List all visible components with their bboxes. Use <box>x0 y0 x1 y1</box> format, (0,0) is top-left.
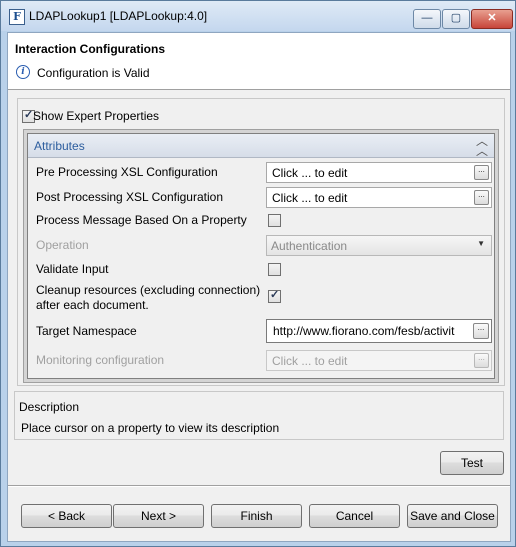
attributes-title: Attributes <box>34 139 85 153</box>
operation-select[interactable]: Authentication ▼ <box>266 235 492 256</box>
cancel-button[interactable]: Cancel <box>309 504 400 528</box>
pre-processing-xsl-edit-button[interactable]: ... <box>474 165 489 180</box>
save-and-close-button[interactable]: Save and Close <box>407 504 498 528</box>
next-button[interactable]: Next > <box>113 504 204 528</box>
pre-processing-xsl-value: Click ... to edit <box>272 166 348 180</box>
validation-status: Configuration is Valid <box>37 66 150 80</box>
target-namespace-value: http://www.fiorano.com/fesb/activit <box>273 324 455 338</box>
post-processing-xsl-value: Click ... to edit <box>272 191 348 205</box>
target-namespace-field[interactable]: http://www.fiorano.com/fesb/activit ... <box>266 319 492 343</box>
app-icon: F <box>9 9 25 25</box>
title-bar[interactable]: F LDAPLookup1 [LDAPLookup:4.0] — ▢ ✕ <box>1 1 515 31</box>
pre-processing-xsl-label: Pre Processing XSL Configuration <box>36 165 218 179</box>
test-button[interactable]: Test <box>440 451 504 475</box>
chevrons-up-icon[interactable]: ︿ ︿ <box>476 135 488 157</box>
back-button[interactable]: < Back <box>21 504 112 528</box>
info-icon: i <box>16 65 30 79</box>
property-sheet: Attributes ︿ ︿ Pre Processing XSL Configu… <box>23 129 499 383</box>
dialog-window: F LDAPLookup1 [LDAPLookup:4.0] — ▢ ✕ Int… <box>0 0 516 547</box>
operation-value: Authentication <box>271 239 348 253</box>
description-title: Description <box>19 400 84 414</box>
maximize-button[interactable]: ▢ <box>442 9 470 29</box>
target-namespace-label: Target Namespace <box>36 324 137 338</box>
attributes-header[interactable]: Attributes ︿ ︿ <box>28 134 494 158</box>
process-message-property-label: Process Message Based On a Property <box>36 213 247 227</box>
wizard-header: Interaction Configurations i Configurati… <box>8 33 510 90</box>
process-message-property-checkbox[interactable] <box>268 214 281 227</box>
pre-processing-xsl-field[interactable]: Click ... to edit ... <box>266 162 492 183</box>
monitoring-configuration-field[interactable]: Click ... to edit ... <box>266 350 492 371</box>
minimize-button[interactable]: — <box>413 9 441 29</box>
post-processing-xsl-label: Post Processing XSL Configuration <box>36 190 223 204</box>
post-processing-xsl-field[interactable]: Click ... to edit ... <box>266 187 492 208</box>
post-processing-xsl-edit-button[interactable]: ... <box>474 190 489 205</box>
cleanup-resources-checkbox[interactable] <box>268 288 281 303</box>
description-text: Place cursor on a property to view its d… <box>21 421 280 435</box>
dialog-content: Interaction Configurations i Configurati… <box>7 32 511 542</box>
target-namespace-edit-button[interactable]: ... <box>473 323 489 339</box>
cleanup-resources-label-line2: after each document. <box>36 298 149 312</box>
close-button[interactable]: ✕ <box>471 9 513 29</box>
cleanup-resources-label-line1: Cleanup resources (excluding connection) <box>36 283 261 297</box>
monitoring-configuration-label: Monitoring configuration <box>36 353 165 367</box>
operation-label: Operation <box>36 238 89 252</box>
footer-separator <box>8 485 510 487</box>
monitoring-configuration-value: Click ... to edit <box>272 354 348 368</box>
finish-button[interactable]: Finish <box>211 504 302 528</box>
show-expert-properties-label: Show Expert Properties <box>33 109 160 123</box>
monitoring-configuration-edit-button[interactable]: ... <box>474 353 489 368</box>
dropdown-arrow-icon: ▼ <box>477 239 485 248</box>
window-title: LDAPLookup1 [LDAPLookup:4.0] <box>29 9 208 23</box>
validate-input-checkbox[interactable] <box>268 263 281 276</box>
page-title: Interaction Configurations <box>15 42 165 56</box>
validate-input-label: Validate Input <box>36 262 109 276</box>
cleanup-resources-label: Cleanup resources (excluding connection)… <box>36 283 260 313</box>
property-sheet-inner: Attributes ︿ ︿ Pre Processing XSL Configu… <box>27 133 495 379</box>
